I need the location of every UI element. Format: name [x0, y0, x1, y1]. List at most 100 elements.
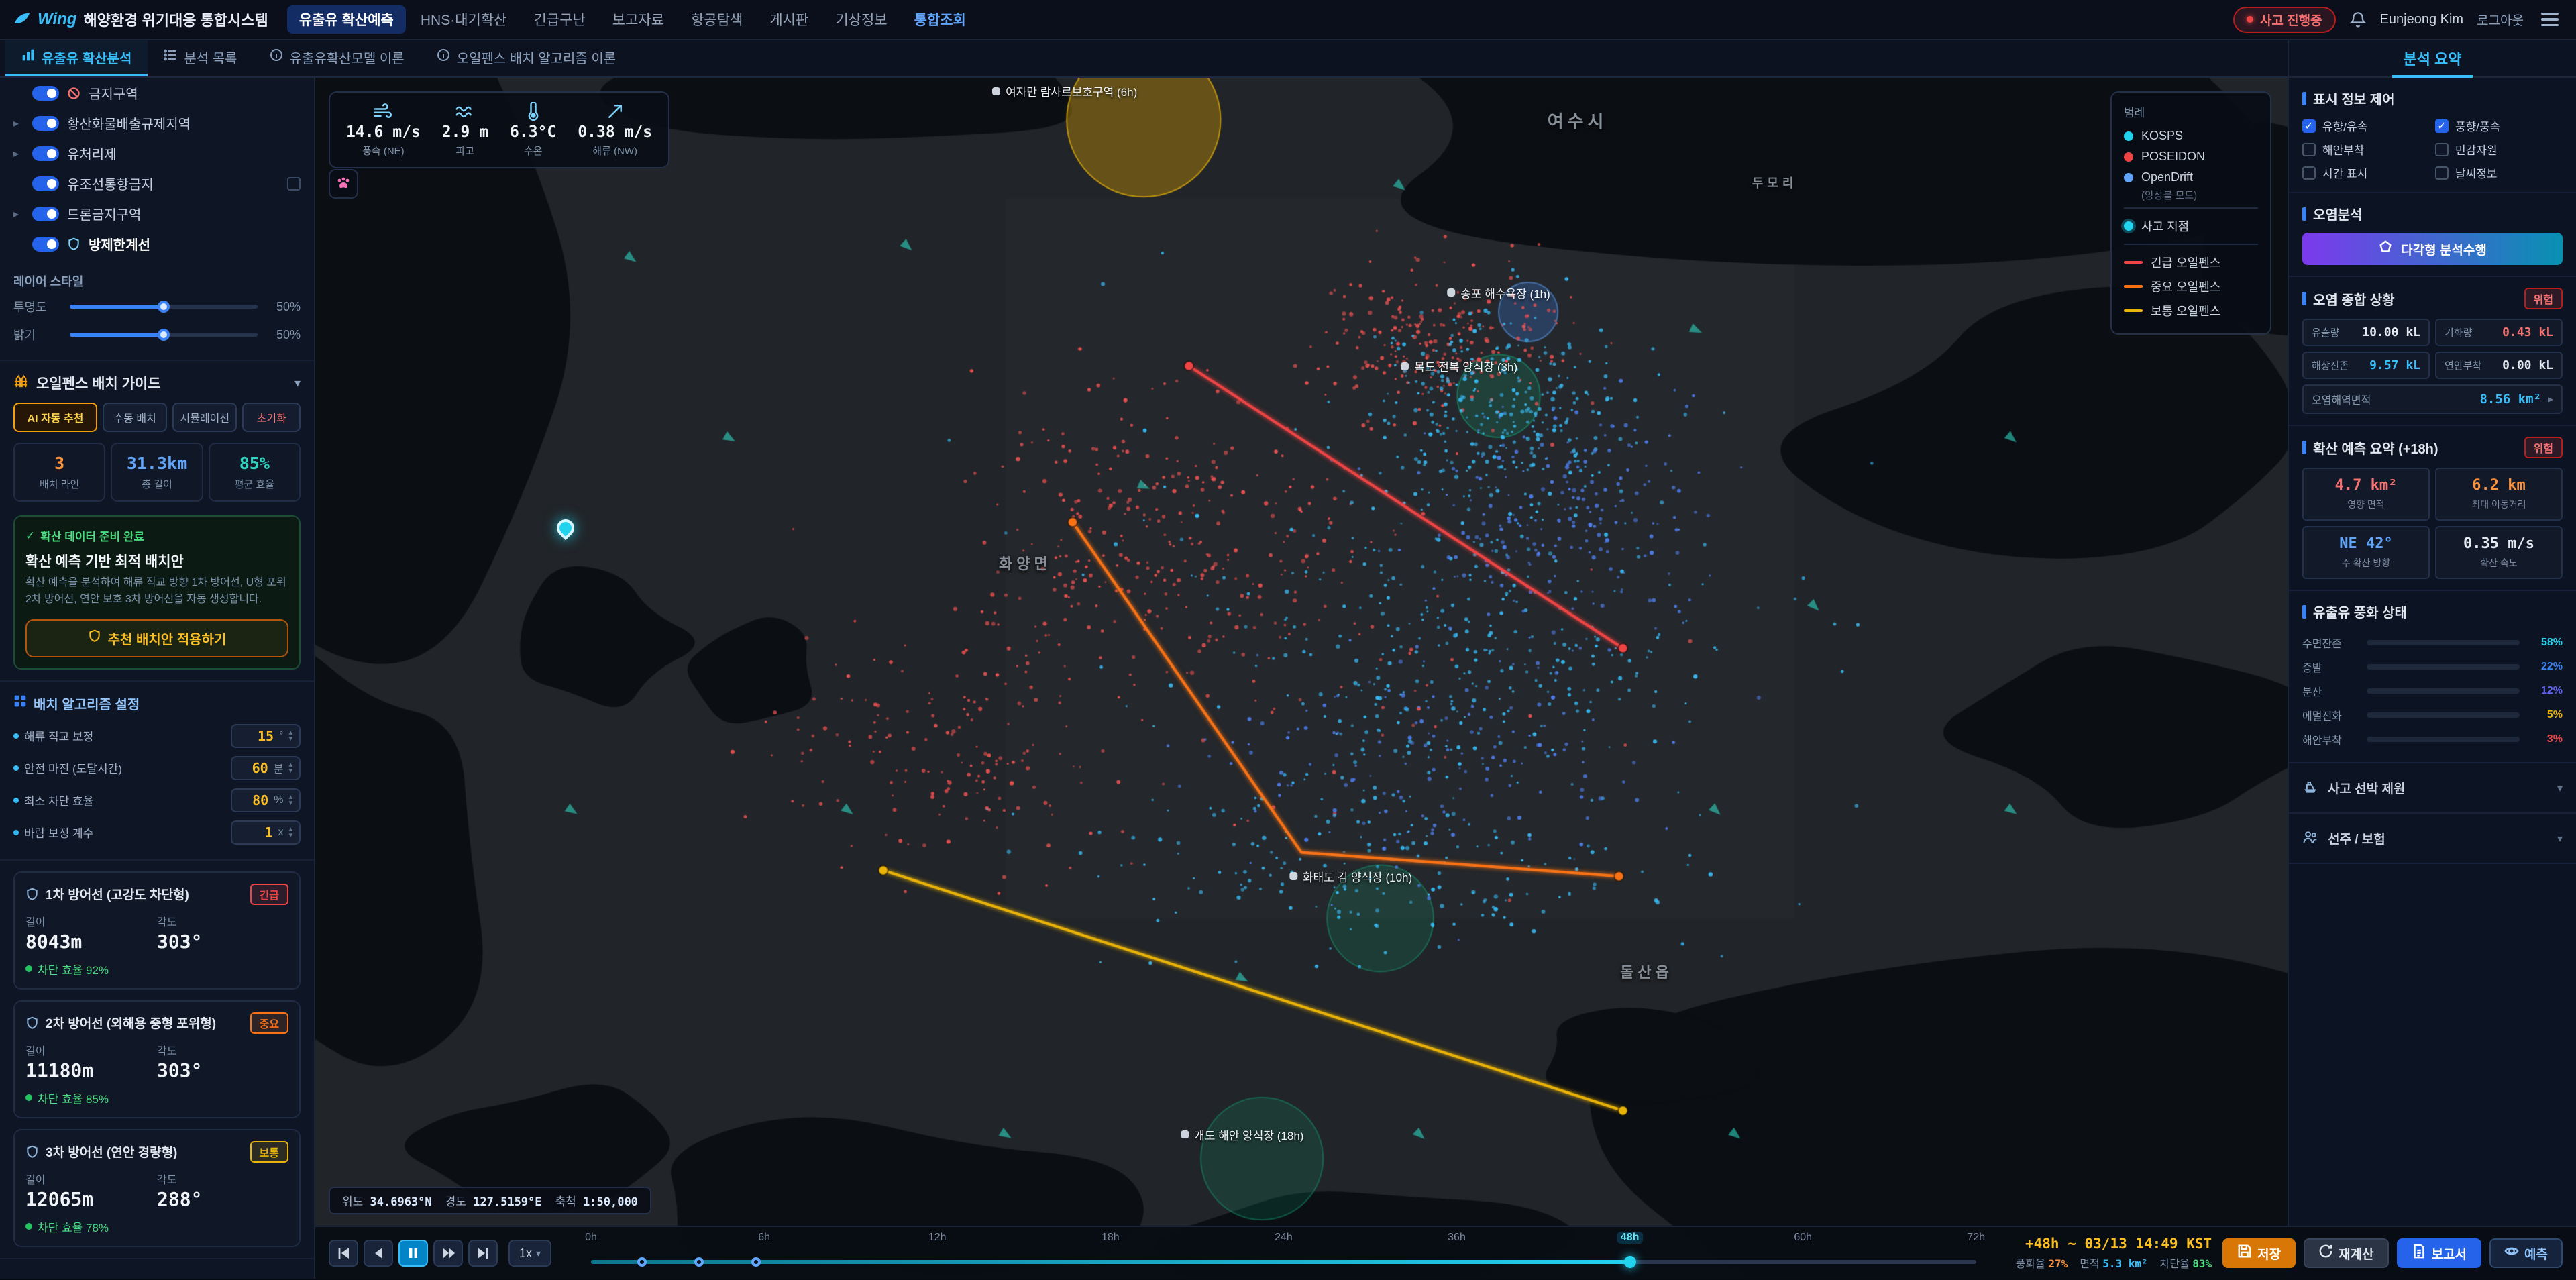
display-checkbox[interactable]: 날씨정보: [2435, 164, 2563, 181]
layer-toggle[interactable]: [32, 176, 59, 191]
display-checkbox[interactable]: 시간 표시: [2302, 164, 2430, 181]
skip-end-button[interactable]: [468, 1240, 498, 1267]
setting-input[interactable]: 60분▴▾: [231, 756, 301, 780]
skip-start-button[interactable]: [329, 1240, 358, 1267]
timeline-track-line[interactable]: [591, 1260, 1976, 1264]
logout-button[interactable]: 로그아웃: [2477, 11, 2524, 29]
setting-input[interactable]: 1x▴▾: [231, 820, 301, 845]
expand-chevron-icon[interactable]: ▸: [13, 117, 24, 130]
collapsed-section[interactable]: 사고 선박 제원▾: [2289, 763, 2576, 814]
slider-label: 밝기: [13, 326, 59, 343]
checkbox-box[interactable]: [2302, 143, 2316, 156]
checkbox-box[interactable]: [2435, 166, 2449, 180]
analysis-summary-body[interactable]: 표시 정보 제어✓유향/유속✓풍향/풍속해안부착민감자원시간 표시날씨정보오염분…: [2289, 78, 2576, 1279]
fence-deploy-marker[interactable]: [751, 1257, 761, 1267]
timeline-tick[interactable]: 0h: [581, 1232, 601, 1244]
nav-item-4[interactable]: 항공탐색: [679, 5, 755, 34]
map-tool-button[interactable]: [329, 169, 358, 199]
layer-toggle[interactable]: [32, 207, 59, 221]
tab-0[interactable]: 유출유 확산분석: [5, 40, 148, 76]
checkbox-box[interactable]: [2302, 166, 2316, 180]
tab-3[interactable]: 오일펜스 배치 알고리즘 이론: [421, 40, 632, 76]
layer-toggle[interactable]: [32, 86, 59, 101]
mode-button[interactable]: 수동 배치: [103, 403, 167, 432]
display-checkbox[interactable]: ✓풍향/풍속: [2435, 117, 2563, 134]
timeline-tick[interactable]: 60h: [1790, 1232, 1816, 1244]
timeline-tick[interactable]: 24h: [1271, 1232, 1297, 1244]
stepper-arrows[interactable]: ▴▾: [288, 794, 292, 806]
setting-input[interactable]: 15°▴▾: [231, 724, 301, 748]
defense-line-card[interactable]: 1차 방어선 (고강도 차단형)긴급길이8043m각도303°차단 효율 92%: [13, 871, 301, 990]
timeline-track[interactable]: 0h 6h 12h 18h 24h 36h 48h 60h 72h: [562, 1226, 2005, 1280]
apply-recommendation-button[interactable]: 추천 배치안 적용하기: [25, 619, 288, 657]
checkbox-box[interactable]: ✓: [2302, 119, 2316, 133]
timeline-tick[interactable]: 72h: [1963, 1232, 1989, 1244]
polygon-analysis-button[interactable]: 다각형 분석수행: [2302, 233, 2563, 265]
checkbox-box[interactable]: [2435, 143, 2449, 156]
timeline-current-handle[interactable]: [1624, 1256, 1636, 1268]
user-name[interactable]: Eunjeong Kim: [2380, 12, 2464, 28]
slider-knob[interactable]: [158, 329, 170, 341]
slider-knob[interactable]: [158, 301, 170, 313]
menu-icon[interactable]: [2537, 9, 2563, 30]
checkbox-box[interactable]: ✓: [2435, 119, 2449, 133]
fence-deploy-marker[interactable]: [694, 1257, 704, 1267]
pause-button[interactable]: [398, 1240, 428, 1267]
incident-status-badge[interactable]: 사고 진행중: [2233, 7, 2336, 33]
stepper-arrows[interactable]: ▴▾: [288, 730, 292, 742]
tab-1[interactable]: 분석 목록: [148, 40, 253, 76]
layer-toggle[interactable]: [32, 146, 59, 161]
nav-item-2[interactable]: 긴급구난: [522, 5, 598, 34]
collapsed-section[interactable]: 선주 / 보험▾: [2289, 814, 2576, 864]
collapse-chevron-icon[interactable]: ▾: [294, 376, 301, 390]
nav-item-1[interactable]: HNS·대기확산: [409, 5, 519, 34]
nav-item-0[interactable]: 유출유 확산예측: [287, 5, 406, 34]
slider-track[interactable]: [70, 333, 258, 337]
tab-analysis-summary[interactable]: 분석 요약: [2289, 40, 2576, 78]
timeline-tick[interactable]: 18h: [1097, 1232, 1124, 1244]
timeline-tick[interactable]: 6h: [754, 1232, 774, 1244]
defense-line-card[interactable]: 3차 방어선 (연안 경량형)보통길이12065m각도288°차단 효율 78%: [13, 1129, 301, 1247]
nav-item-7[interactable]: 통합조회: [902, 5, 978, 34]
display-checkbox[interactable]: ✓유향/유속: [2302, 117, 2430, 134]
pollution-area-row[interactable]: 오염해역면적8.56 km²▸: [2302, 384, 2563, 414]
display-checkbox[interactable]: 민감자원: [2435, 141, 2563, 158]
save-button[interactable]: 저장: [2222, 1238, 2296, 1268]
nav-item-3[interactable]: 보고자료: [600, 5, 676, 34]
expand-chevron-icon[interactable]: ▸: [13, 207, 24, 221]
layer-toggle[interactable]: [32, 237, 59, 252]
pulse-dot-icon: [2247, 16, 2253, 23]
layer-toggle[interactable]: [32, 116, 59, 131]
setting-input[interactable]: 80%▴▾: [231, 788, 301, 812]
fence-deploy-marker[interactable]: [637, 1257, 647, 1267]
mode-button[interactable]: 시뮬레이션: [172, 403, 237, 432]
forecast-button[interactable]: 예측: [2489, 1238, 2563, 1268]
polygon-icon: [2378, 239, 2393, 258]
timeline-tick[interactable]: 48h: [1617, 1232, 1644, 1244]
mode-button[interactable]: AI 자동 추천: [13, 403, 97, 432]
accident-pin[interactable]: [557, 519, 574, 537]
expand-chevron-icon[interactable]: ▸: [13, 147, 24, 160]
temp-icon: [510, 102, 556, 121]
map-area[interactable]: 여수시화양면돌산읍두모리여자만 람사르보호구역 (6h)송포 해수욕장 (1h)…: [315, 78, 2288, 1279]
slider-track[interactable]: [70, 305, 258, 309]
timeline-tick[interactable]: 12h: [924, 1232, 951, 1244]
tab-2[interactable]: 유출유확산모델 이론: [254, 40, 421, 76]
notifications-bell-icon[interactable]: [2349, 11, 2367, 28]
display-checkbox[interactable]: 해안부착: [2302, 141, 2430, 158]
nav-item-5[interactable]: 게시판: [757, 5, 820, 34]
defense-line-card[interactable]: 2차 방어선 (외해용 중형 포위형)중요길이11180m각도303°차단 효율…: [13, 1000, 301, 1118]
map-canvas[interactable]: [315, 78, 2288, 1279]
speed-select[interactable]: 1x▾: [508, 1240, 551, 1267]
mode-button[interactable]: 초기화: [242, 403, 301, 432]
step-back-button[interactable]: [364, 1240, 393, 1267]
stepper-arrows[interactable]: ▴▾: [288, 826, 292, 839]
timeline-tick[interactable]: 36h: [1444, 1232, 1470, 1244]
stepper-arrows[interactable]: ▴▾: [288, 762, 292, 774]
left-sidebar[interactable]: 금지구역▸황산화물배출규제지역▸유처리제유조선통항금지▸드론금지구역방제한계선 …: [0, 78, 315, 1279]
fast-forward-button[interactable]: [433, 1240, 463, 1267]
report-button[interactable]: 보고서: [2397, 1238, 2481, 1268]
layer-extra-icon[interactable]: [287, 177, 301, 191]
nav-item-6[interactable]: 기상정보: [823, 5, 899, 34]
recalculate-button[interactable]: 재계산: [2304, 1238, 2388, 1268]
